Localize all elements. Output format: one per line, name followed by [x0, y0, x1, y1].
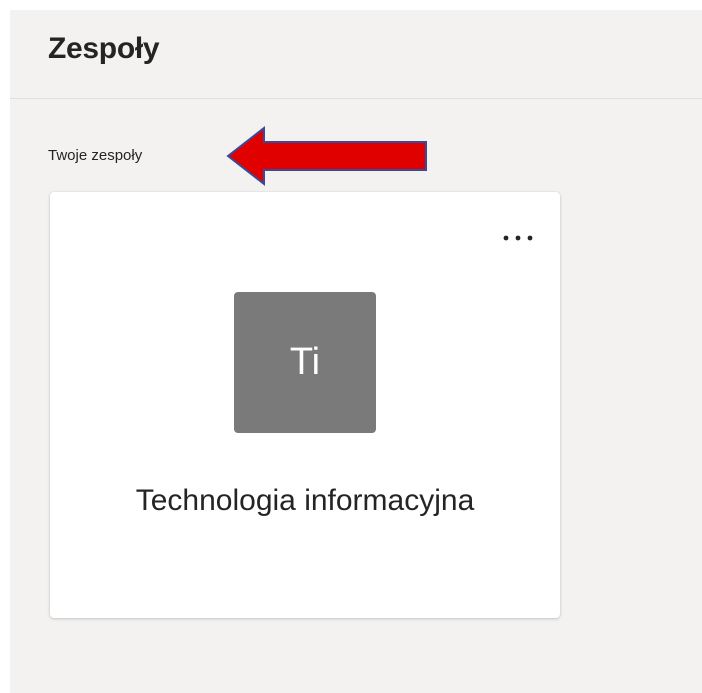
red-arrow-annotation-icon: [226, 125, 427, 187]
team-card[interactable]: Ti Technologia informacyjna: [50, 192, 560, 618]
page-header: Zespoły: [10, 10, 702, 99]
team-avatar: Ti: [234, 292, 376, 433]
section-label-your-teams: Twoje zespoły: [48, 147, 143, 164]
more-options-button[interactable]: [498, 226, 538, 250]
page-title: Zespoły: [48, 32, 160, 65]
team-name: Technologia informacyjna: [135, 484, 475, 517]
more-horizontal-icon: [503, 235, 533, 241]
team-avatar-initials: Ti: [289, 341, 321, 383]
teams-panel: Zespoły Twoje zespoły Ti Technologia inf…: [10, 10, 702, 693]
